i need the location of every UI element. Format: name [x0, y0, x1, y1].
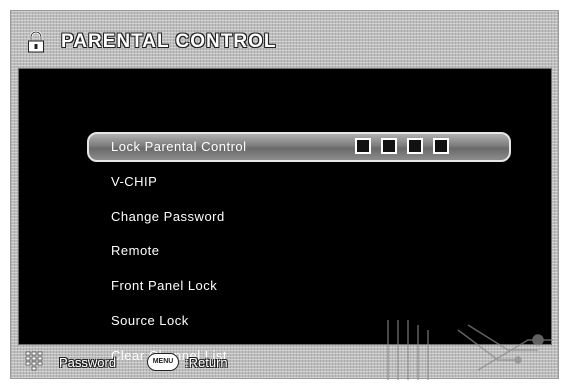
- footer-help-bar: Password MENU :Return: [11, 320, 558, 380]
- menu-item-v-chip[interactable]: V-CHIP: [111, 174, 157, 189]
- password-digit-box[interactable]: [355, 138, 371, 154]
- password-digit-box[interactable]: [407, 138, 423, 154]
- password-digit-box[interactable]: [381, 138, 397, 154]
- parental-control-panel: PARENTAL CONTROL Lock Parental Control V…: [10, 10, 559, 380]
- menu-item-front-panel-lock[interactable]: Front Panel Lock: [111, 278, 217, 293]
- password-digit-box[interactable]: [433, 138, 449, 154]
- return-hint: :Return: [185, 355, 228, 370]
- password-hint: Password: [59, 355, 117, 370]
- password-entry[interactable]: [355, 138, 449, 154]
- menu-item-source-lock[interactable]: Source Lock: [111, 313, 189, 328]
- header: PARENTAL CONTROL: [11, 11, 558, 66]
- lock-icon: [28, 31, 44, 53]
- page-title: PARENTAL CONTROL: [61, 31, 277, 52]
- decorative-circuit-graphic: [387, 320, 553, 380]
- menu-item-change-password[interactable]: Change Password: [111, 209, 225, 224]
- menu-list: Lock Parental Control V-CHIP Change Pass…: [18, 68, 552, 363]
- menu-button-icon: MENU: [147, 353, 179, 371]
- menu-item-label[interactable]: Lock Parental Control: [111, 139, 247, 154]
- menu-item-remote[interactable]: Remote: [111, 243, 160, 258]
- keypad-icon: [25, 351, 43, 371]
